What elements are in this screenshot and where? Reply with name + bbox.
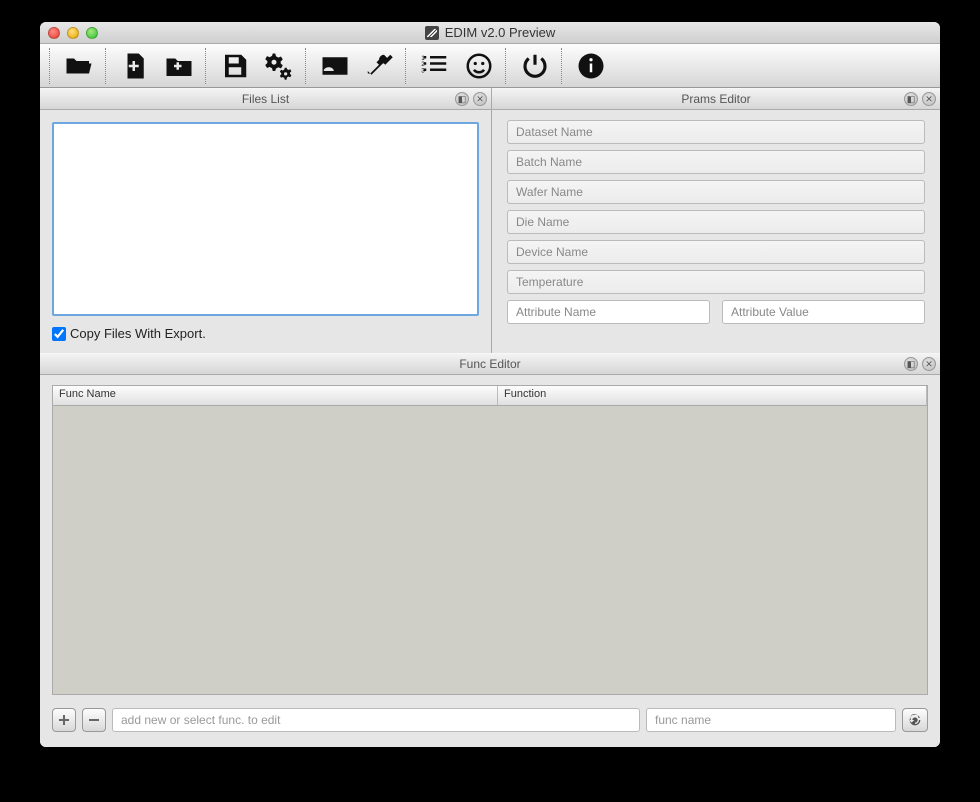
prams-editor-panel: Prams Editor ◧ ✕ [492, 88, 940, 353]
prams-editor-body [492, 110, 940, 353]
prams-editor-title: Prams Editor [681, 92, 750, 106]
toolbar-separator [561, 48, 565, 84]
settings-button[interactable] [258, 48, 300, 84]
plus-icon [57, 713, 71, 727]
svg-text:3: 3 [421, 67, 425, 74]
file-plus-icon [120, 51, 150, 81]
toolbar-separator [505, 48, 509, 84]
func-footer [52, 703, 928, 737]
panel-close-button[interactable]: ✕ [922, 357, 936, 371]
func-table[interactable]: Func Name Function [52, 385, 928, 695]
func-editor-panel: Func Editor ◧ ✕ Func Name Function [40, 353, 940, 747]
app-icon [425, 26, 439, 40]
panel-detach-button[interactable]: ◧ [904, 92, 918, 106]
floppy-icon [220, 51, 250, 81]
files-list-body: Copy Files With Export. [40, 110, 491, 353]
window-title-text: EDIM v2.0 Preview [445, 25, 556, 40]
func-editor-title: Func Editor [459, 357, 520, 371]
copy-files-checkbox[interactable] [52, 327, 66, 341]
toolbar-separator [205, 48, 209, 84]
info-icon [576, 51, 606, 81]
dataset-name-input[interactable] [507, 120, 925, 144]
attribute-row [507, 300, 925, 324]
files-list-panel: Files List ◧ ✕ Copy Files With Export. [40, 88, 492, 353]
open-folder-button[interactable] [58, 48, 100, 84]
toolbar-separator [49, 48, 53, 84]
attribute-name-input[interactable] [507, 300, 710, 324]
panel-close-button[interactable]: ✕ [473, 92, 487, 106]
toolbar-separator [305, 48, 309, 84]
window-title: EDIM v2.0 Preview [40, 25, 940, 40]
gears-icon [264, 51, 294, 81]
emoji-button[interactable] [458, 48, 500, 84]
middle-row: Files List ◧ ✕ Copy Files With Export. P… [40, 88, 940, 353]
col-func-name[interactable]: Func Name [53, 386, 498, 405]
app-window: EDIM v2.0 Preview 123 [40, 22, 940, 747]
func-editor-body: Func Name Function [40, 375, 940, 747]
col-function[interactable]: Function [498, 386, 927, 405]
folder-open-icon [64, 51, 94, 81]
toolbar-separator [105, 48, 109, 84]
power-button[interactable] [514, 48, 556, 84]
toolbar-separator [405, 48, 409, 84]
func-name-input[interactable] [646, 708, 896, 732]
new-folder-button[interactable] [158, 48, 200, 84]
func-table-header: Func Name Function [53, 386, 927, 406]
files-list-title: Files List [242, 92, 289, 106]
func-edit-input[interactable] [112, 708, 640, 732]
prams-editor-header: Prams Editor ◧ ✕ [492, 88, 940, 110]
smiley-icon [464, 51, 494, 81]
device-name-input[interactable] [507, 240, 925, 264]
panel-detach-button[interactable]: ◧ [904, 357, 918, 371]
add-func-button[interactable] [52, 708, 76, 732]
batch-name-input[interactable] [507, 150, 925, 174]
minus-icon [87, 713, 101, 727]
info-button[interactable] [570, 48, 612, 84]
files-listbox[interactable] [52, 122, 479, 316]
refresh-icon [907, 712, 923, 728]
wrench-screwdriver-icon [364, 51, 394, 81]
folder-plus-icon [164, 51, 194, 81]
new-file-button[interactable] [114, 48, 156, 84]
copy-files-checkbox-row[interactable]: Copy Files With Export. [52, 326, 479, 341]
remove-func-button[interactable] [82, 708, 106, 732]
refresh-func-button[interactable] [902, 708, 928, 732]
tools-button[interactable] [358, 48, 400, 84]
panel-close-button[interactable]: ✕ [922, 92, 936, 106]
titlebar[interactable]: EDIM v2.0 Preview [40, 22, 940, 44]
numbered-list-icon: 123 [420, 51, 450, 81]
id-card-button[interactable] [314, 48, 356, 84]
files-list-header: Files List ◧ ✕ [40, 88, 491, 110]
toolbar: 123 [40, 44, 940, 88]
die-name-input[interactable] [507, 210, 925, 234]
wafer-name-input[interactable] [507, 180, 925, 204]
panel-detach-button[interactable]: ◧ [455, 92, 469, 106]
attribute-value-input[interactable] [722, 300, 925, 324]
power-icon [520, 51, 550, 81]
numbered-list-button[interactable]: 123 [414, 48, 456, 84]
copy-files-label: Copy Files With Export. [70, 326, 206, 341]
save-button[interactable] [214, 48, 256, 84]
id-card-icon [320, 51, 350, 81]
func-editor-header: Func Editor ◧ ✕ [40, 353, 940, 375]
temperature-input[interactable] [507, 270, 925, 294]
